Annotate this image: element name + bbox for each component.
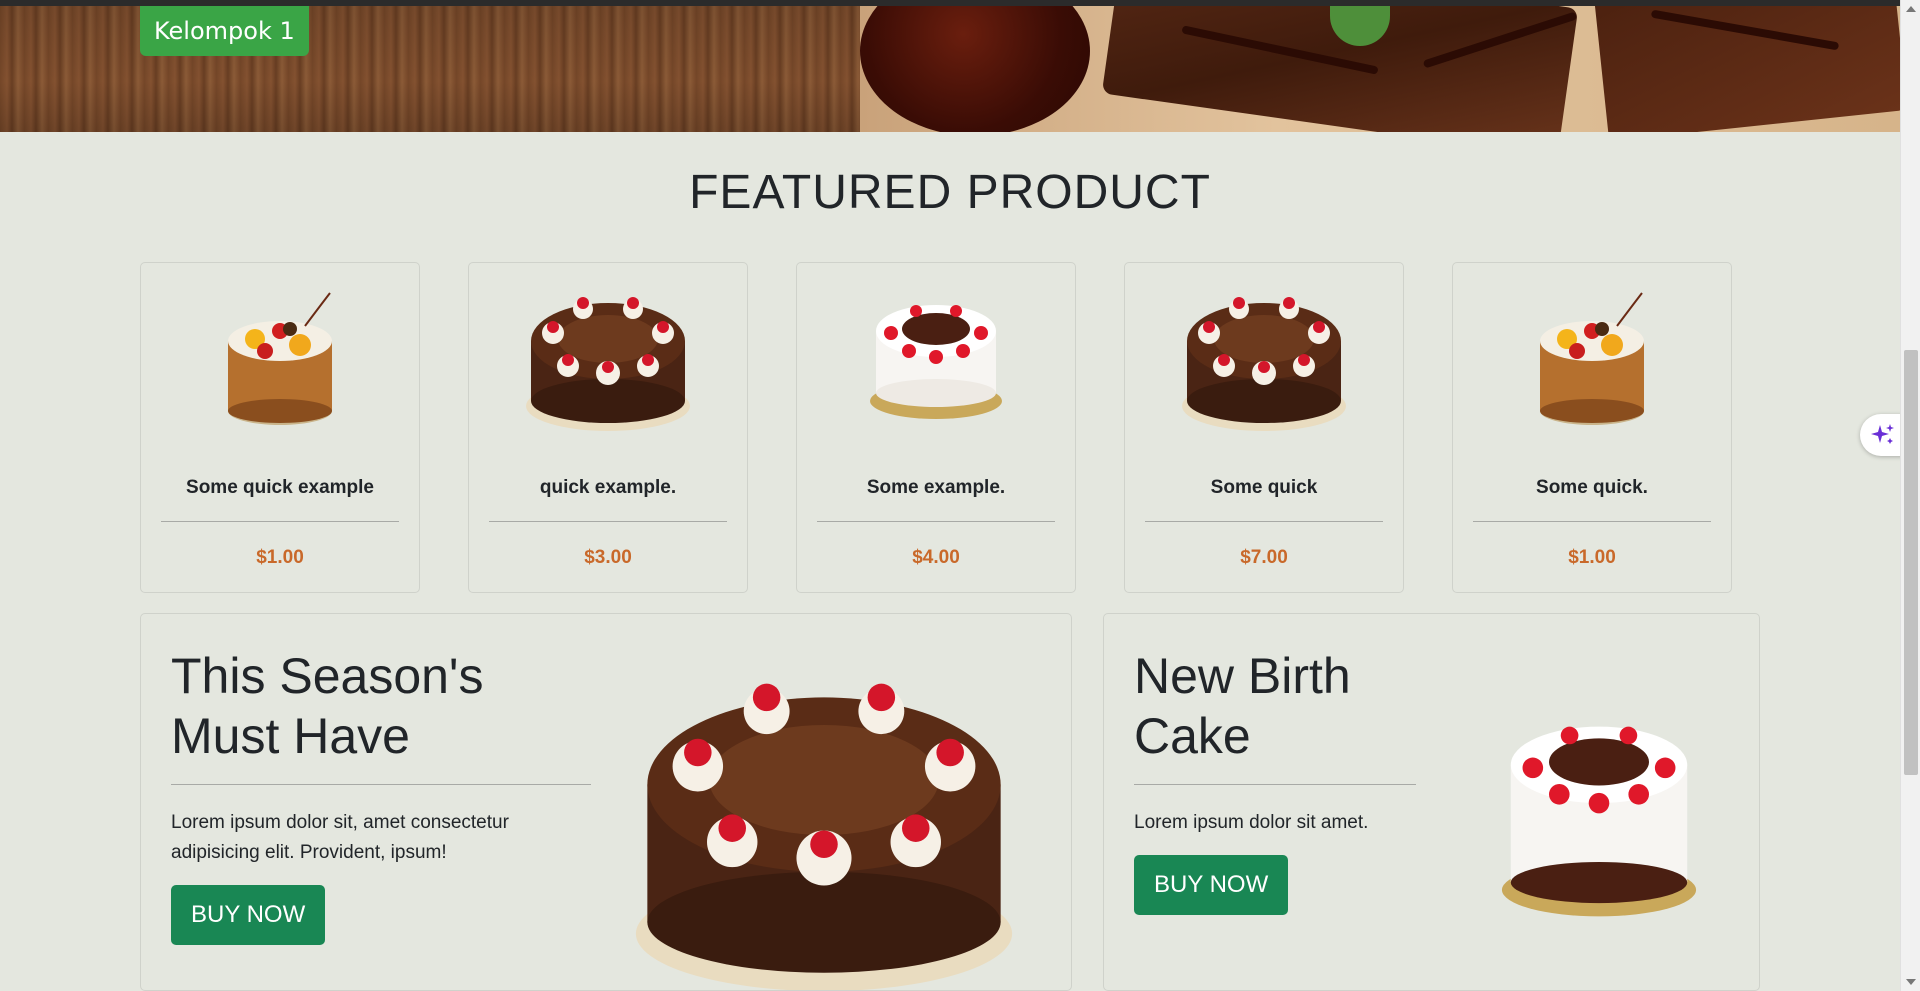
brand-logo[interactable]: Kelompok 1	[140, 6, 309, 56]
product-name: Some quick example	[186, 477, 374, 498]
product-price: $1.00	[1568, 547, 1616, 568]
chocolate-cake-icon	[1182, 297, 1346, 431]
product-card[interactable]: quick example. $3.00	[468, 262, 748, 593]
chocolate-cake-icon	[635, 683, 1013, 990]
divider	[1134, 784, 1416, 785]
product-price: $3.00	[584, 547, 632, 568]
divider	[817, 521, 1055, 522]
product-price: $1.00	[256, 547, 304, 568]
divider	[161, 521, 399, 522]
promo-title-line: Must Have	[171, 708, 410, 764]
promo-text-line: adipisicing elit. Provident, ipsum!	[171, 842, 447, 863]
fruit-cake-icon	[228, 292, 332, 425]
promo-text: Lorem ipsum dolor sit amet.	[1134, 812, 1369, 833]
product-name: Some quick.	[1536, 477, 1648, 498]
scroll-down-arrow-icon[interactable]	[1906, 979, 1916, 985]
promo-title: This Season's Must Have	[171, 646, 483, 766]
promo-title-line: New Birth	[1134, 648, 1351, 704]
product-price: $7.00	[1240, 547, 1288, 568]
promo-title-line: This Season's	[171, 648, 484, 704]
promo-card-season: This Season's Must Have Lorem ipsum dolo…	[140, 613, 1072, 991]
product-name: Some quick	[1210, 477, 1318, 498]
buy-now-button[interactable]: BUY NOW	[1134, 855, 1289, 915]
brownie-slice-2	[1592, 6, 1900, 132]
chocolate-cake-icon	[526, 297, 690, 431]
scroll-thumb[interactable]	[1904, 350, 1918, 775]
promo-card-birthday: New Birth Cake Lorem ipsum dolor sit ame…	[1103, 613, 1760, 991]
promo-text-line: Lorem ipsum dolor sit, amet consectetur	[171, 812, 509, 833]
black-forest-cake-icon	[1501, 726, 1697, 917]
product-card[interactable]: Some quick $7.00	[1124, 262, 1404, 593]
product-card[interactable]: Some quick example $1.00	[140, 262, 420, 593]
divider	[489, 521, 727, 522]
page-scrollbar[interactable]	[1900, 0, 1920, 991]
product-name: quick example.	[539, 477, 677, 498]
divider	[1145, 521, 1383, 522]
scroll-up-arrow-icon[interactable]	[1906, 6, 1916, 12]
section-title: FEATURED PRODUCT	[689, 166, 1211, 219]
product-card[interactable]: Some example. $4.00	[796, 262, 1076, 593]
divider	[171, 784, 591, 785]
sparkle-icon	[1871, 424, 1894, 444]
divider	[1473, 521, 1711, 522]
assistant-button[interactable]	[1860, 414, 1904, 456]
product-price: $4.00	[912, 547, 960, 568]
black-forest-cake-icon	[870, 305, 1002, 419]
fruit-cake-icon	[1540, 292, 1644, 425]
promo-text: Lorem ipsum dolor sit, amet consectetur …	[171, 808, 509, 868]
product-name: Some example.	[866, 477, 1006, 498]
buy-now-button[interactable]: BUY NOW	[171, 885, 326, 945]
promo-title-line: Cake	[1134, 708, 1251, 764]
product-card[interactable]: Some quick. $1.00	[1452, 262, 1732, 593]
promo-title: New Birth Cake	[1134, 646, 1351, 766]
